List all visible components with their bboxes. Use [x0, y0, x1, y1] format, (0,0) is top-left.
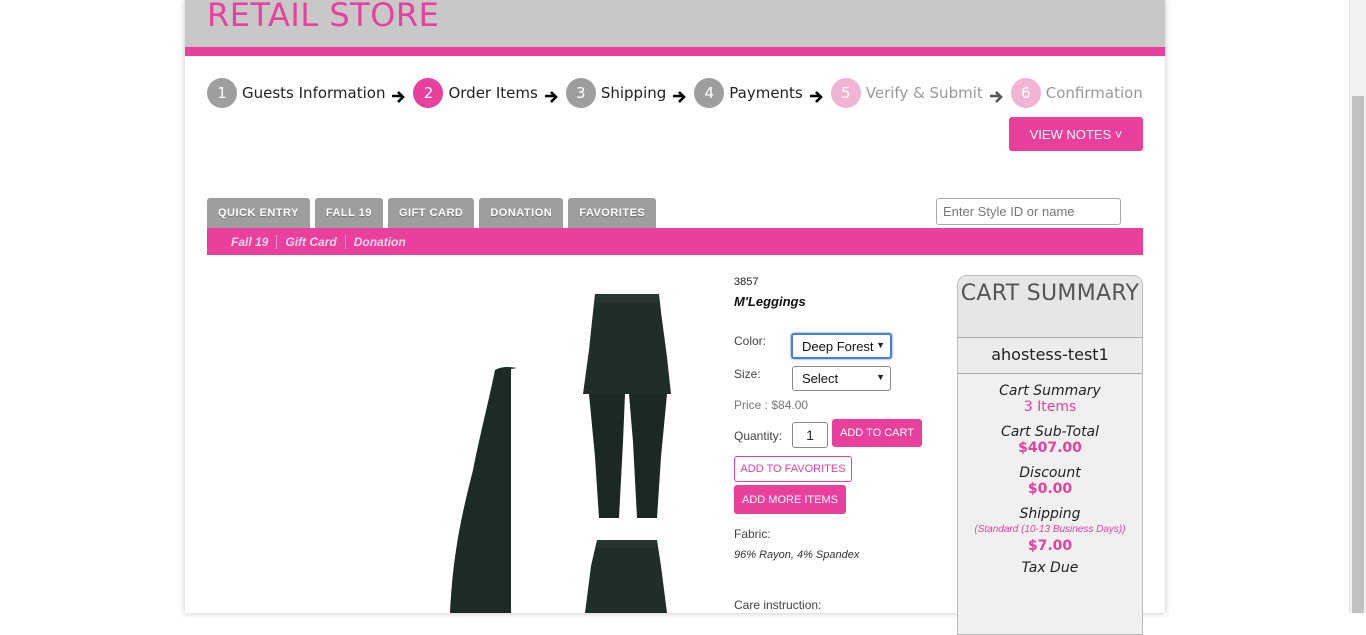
- cart-user-name: ahostess-test1: [958, 338, 1142, 374]
- cart-summary-title: CART SUMMARY: [960, 281, 1140, 306]
- step-verify-submit: 5 Verify & Submit: [830, 78, 983, 108]
- arrow-right-icon: [672, 89, 687, 103]
- step-number: 2: [413, 78, 444, 108]
- product-name: M'Leggings: [734, 294, 806, 309]
- caret-down-icon: ▼: [876, 340, 885, 350]
- store-header: RETAIL STORE: [185, 0, 1165, 47]
- care-instruction-label: Care instruction:: [734, 598, 822, 612]
- step-label: Shipping: [600, 84, 667, 102]
- cart-tax-label: Tax Due: [1021, 560, 1079, 576]
- size-select-value: Select: [802, 371, 839, 386]
- arrow-right-icon: [544, 89, 558, 103]
- subnav-fall-19[interactable]: Fall 19: [223, 235, 276, 249]
- tab-favorites[interactable]: FAVORITES: [568, 198, 657, 228]
- product-main-image: [445, 360, 517, 613]
- cart-subtotal-value: $407.00: [1018, 440, 1082, 456]
- scrollbar-thumb[interactable]: [1352, 96, 1364, 613]
- checkout-steps: 1 Guests Information 2 Order Items 3 Shi…: [207, 78, 1143, 108]
- quantity-input[interactable]: 1: [792, 422, 828, 448]
- cart-summary-label: Cart Summary: [999, 383, 1101, 399]
- subnav-donation[interactable]: Donation: [344, 234, 414, 249]
- fabric-value: 96% Rayon, 4% Spandex: [734, 549, 860, 561]
- cart-shipping-method: (Standard (10-13 Business Days)): [974, 524, 1126, 535]
- product-style-id: 3857: [734, 276, 759, 288]
- page-scrollbar[interactable]: [1349, 0, 1366, 613]
- step-number: 6: [1010, 78, 1041, 108]
- cart-discount-label: Discount: [1019, 465, 1081, 481]
- step-order-items[interactable]: 2 Order Items: [413, 78, 538, 108]
- cart-discount-value: $0.00: [1027, 481, 1073, 497]
- size-label: Size:: [734, 367, 761, 381]
- add-more-items-button[interactable]: ADD MORE ITEMS: [734, 485, 846, 514]
- step-label: Payments: [729, 84, 803, 102]
- step-number: 5: [830, 78, 861, 108]
- fabric-label: Fabric:: [734, 527, 771, 541]
- cart-summary-panel: CART SUMMARY ahostess-test1 Cart Summary…: [957, 275, 1143, 635]
- step-guests-information[interactable]: 1 Guests Information: [207, 78, 385, 108]
- quantity-label: Quantity:: [734, 429, 783, 443]
- cart-subtotal-label: Cart Sub-Total: [1000, 424, 1100, 440]
- cart-summary-header: CART SUMMARY: [958, 276, 1142, 338]
- step-label: Order Items: [448, 84, 538, 102]
- color-select[interactable]: Deep Forest ▼: [791, 333, 892, 359]
- product-thumbnail-front[interactable]: [567, 282, 687, 518]
- size-select[interactable]: Select ▼: [792, 366, 891, 391]
- step-payments[interactable]: 4 Payments: [694, 78, 803, 108]
- step-number: 4: [694, 78, 725, 108]
- step-label: Confirmation: [1045, 84, 1143, 102]
- arrow-right-icon: [809, 89, 823, 103]
- step-label: Guests Information: [242, 84, 386, 102]
- tab-fall-19[interactable]: FALL 19: [314, 198, 383, 228]
- tab-donation[interactable]: DONATION: [479, 198, 564, 228]
- step-shipping[interactable]: 3 Shipping: [565, 78, 667, 108]
- tab-quick-entry[interactable]: QUICK ENTRY: [207, 198, 310, 228]
- category-tabs: QUICK ENTRY FALL 19 GIFT CARD DONATION F…: [207, 198, 661, 228]
- product-thumbnail-back[interactable]: [567, 536, 687, 613]
- tab-gift-card[interactable]: GIFT CARD: [387, 198, 475, 228]
- subnav-gift-card[interactable]: Gift Card: [276, 234, 344, 249]
- style-search-input[interactable]: [936, 198, 1121, 225]
- sub-navigation: Fall 19 Gift Card Donation: [207, 228, 1143, 255]
- store-title: RETAIL STORE: [207, 0, 440, 34]
- arrow-right-icon: [989, 89, 1003, 103]
- caret-down-icon: ▼: [876, 372, 885, 382]
- step-label: Verify & Submit: [865, 84, 983, 102]
- cart-item-count: 3 Items: [1023, 399, 1077, 415]
- cart-shipping-label: Shipping: [1019, 506, 1081, 522]
- step-confirmation: 6 Confirmation: [1010, 78, 1143, 108]
- step-number: 3: [565, 78, 596, 108]
- main-container: RETAIL STORE 1 Guests Information 2 Orde…: [185, 0, 1165, 635]
- step-number: 1: [207, 78, 237, 108]
- add-to-favorites-button[interactable]: ADD TO FAVORITES: [734, 456, 852, 482]
- arrow-right-icon: [391, 89, 406, 103]
- color-label: Color:: [734, 334, 767, 348]
- cart-shipping-value: $7.00: [1027, 538, 1073, 554]
- product-price: Price : $84.00: [734, 398, 809, 412]
- add-to-cart-button[interactable]: ADD TO CART: [832, 419, 922, 447]
- color-select-value: Deep Forest: [802, 338, 874, 354]
- view-notes-button[interactable]: VIEW NOTES ˅: [1009, 117, 1143, 151]
- header-stripe: [185, 47, 1165, 56]
